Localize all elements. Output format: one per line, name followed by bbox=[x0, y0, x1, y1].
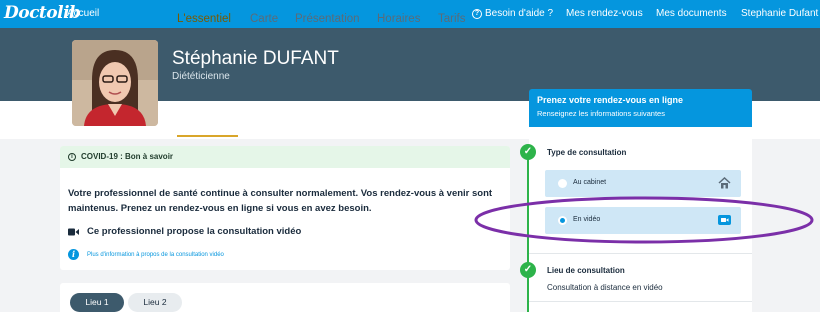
info-icon: i bbox=[68, 249, 79, 260]
video-camera-icon bbox=[718, 215, 731, 225]
option-au-cabinet[interactable]: Au cabinet bbox=[545, 170, 741, 197]
tab-tarifs[interactable]: Tarifs bbox=[438, 13, 465, 25]
practitioner-specialty: Diététicienne bbox=[172, 71, 230, 82]
info-circle-icon: i bbox=[68, 152, 76, 161]
step-2-title: Lieu de consultation bbox=[547, 266, 625, 275]
tab-carte[interactable]: Carte bbox=[250, 13, 278, 25]
user-menu[interactable]: Stephanie Dufant⌄ bbox=[741, 8, 820, 19]
nav-link-help[interactable]: ? Besoin d'aide ? bbox=[472, 8, 553, 19]
covid-message: Votre professionnel de santé continue à … bbox=[68, 188, 493, 214]
radio-en-video[interactable] bbox=[558, 216, 567, 225]
covid-title-text: COVID-19 : Bon à savoir bbox=[81, 152, 174, 161]
option-label-au-cabinet: Au cabinet bbox=[573, 179, 607, 186]
step-1-check-icon: ✓ bbox=[520, 144, 536, 160]
video-camera-icon bbox=[68, 228, 79, 235]
nav-link-appointments[interactable]: Mes rendez-vous bbox=[566, 8, 643, 19]
covid-info-card: i COVID-19 : Bon à savoir Votre professi… bbox=[60, 146, 510, 270]
nav-link-home[interactable]: Accueil bbox=[67, 8, 99, 19]
video-info-link-row[interactable]: i Plus d'information à propos de la cons… bbox=[68, 249, 224, 260]
video-info-link[interactable]: Plus d'information à propos de la consul… bbox=[87, 252, 224, 258]
tab-presentation[interactable]: Présentation bbox=[295, 13, 360, 25]
option-label-en-video: En vidéo bbox=[573, 216, 601, 223]
booking-panel-header: Prenez votre rendez-vous en ligne Rensei… bbox=[529, 89, 752, 127]
step-divider-2 bbox=[529, 301, 752, 302]
nav-help-label: Besoin d'aide ? bbox=[485, 8, 554, 19]
video-notice-text: Ce professionnel propose la consultation… bbox=[87, 226, 302, 237]
covid-title: i COVID-19 : Bon à savoir bbox=[68, 152, 173, 161]
tab-horaires[interactable]: Horaires bbox=[377, 13, 420, 25]
active-tab-indicator bbox=[177, 135, 238, 137]
step-progress-line bbox=[527, 150, 529, 312]
location-pill-2[interactable]: Lieu 2 bbox=[128, 293, 182, 312]
step-2-value: Consultation à distance en vidéo bbox=[547, 283, 663, 292]
step-2-check-icon: ✓ bbox=[520, 262, 536, 278]
option-en-video[interactable]: En vidéo bbox=[545, 207, 741, 234]
location-selector-card: Lieu 1 Lieu 2 bbox=[60, 283, 510, 312]
user-name: Stephanie Dufant bbox=[741, 8, 819, 19]
booking-title: Prenez votre rendez-vous en ligne bbox=[537, 95, 684, 105]
location-pill-1[interactable]: Lieu 1 bbox=[70, 293, 124, 312]
practitioner-name: Stéphanie DUFANT bbox=[172, 48, 339, 69]
practitioner-avatar bbox=[72, 40, 158, 126]
radio-au-cabinet[interactable] bbox=[558, 179, 567, 188]
video-consultation-notice: Ce professionnel propose la consultation… bbox=[68, 226, 301, 237]
house-icon bbox=[718, 177, 731, 189]
covid-card-header: i COVID-19 : Bon à savoir bbox=[60, 146, 510, 168]
question-circle-icon: ? bbox=[472, 8, 482, 19]
step-divider bbox=[529, 253, 752, 254]
tab-essentiel[interactable]: L'essentiel bbox=[177, 13, 231, 25]
nav-link-documents[interactable]: Mes documents bbox=[656, 8, 727, 19]
step-1-title: Type de consultation bbox=[547, 148, 627, 157]
booking-subtitle: Renseignez les informations suivantes bbox=[537, 109, 665, 118]
